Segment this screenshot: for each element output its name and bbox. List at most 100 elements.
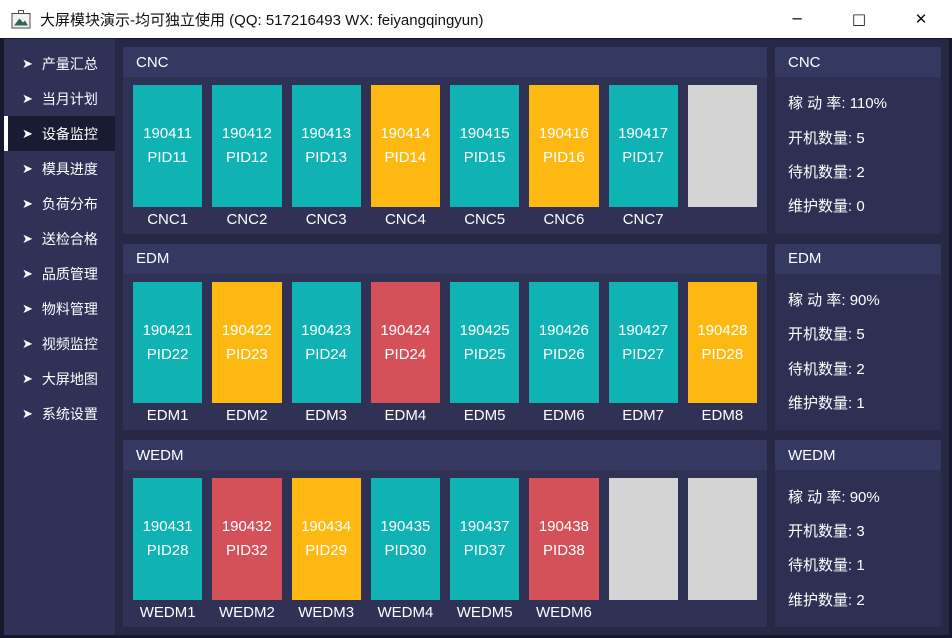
machine-tile-cnc-7[interactable]: 190417PID17 xyxy=(609,85,678,207)
app-window: 大屏模块演示-均可独立使用 (QQ: 517216493 WX: feiyang… xyxy=(0,0,952,638)
machine-slot: 190413PID13CNC3 xyxy=(292,85,361,232)
machine-slot: 190411PID11CNC1 xyxy=(133,85,202,232)
machine-tile-cnc-5[interactable]: 190415PID15 xyxy=(450,85,519,207)
sidebar-item-6[interactable]: ➤送检合格 xyxy=(4,221,115,256)
machine-slot: 190428PID28EDM8 xyxy=(688,282,757,429)
machine-tile-cnc-1[interactable]: 190411PID11 xyxy=(133,85,202,207)
app-picture-icon xyxy=(11,10,31,29)
sidebar-item-label: 系统设置 xyxy=(42,404,98,424)
machine-pid: PID32 xyxy=(226,539,268,563)
arrow-right-icon: ➤ xyxy=(22,127,33,140)
stat-line: 稼 动 率: 90% xyxy=(788,289,937,310)
machine-slot xyxy=(688,478,757,625)
sidebar: ➤产量汇总➤当月计划➤设备监控➤模具进度➤负荷分布➤送检合格➤品质管理➤物料管理… xyxy=(4,39,115,635)
sidebar-item-label: 品质管理 xyxy=(42,264,98,284)
sidebar-item-1[interactable]: ➤产量汇总 xyxy=(4,46,115,81)
machine-code: 190432 xyxy=(222,515,272,539)
stat-value: 5 xyxy=(856,130,864,147)
machine-code: 190423 xyxy=(301,319,351,343)
machine-slot: 190425PID25EDM5 xyxy=(450,282,519,429)
machine-slot: 190434PID29WEDM3 xyxy=(292,478,361,625)
stat-value: 1 xyxy=(856,395,864,412)
machine-tile-edm-7[interactable]: 190427PID27 xyxy=(609,282,678,404)
machine-tile-edm-5[interactable]: 190425PID25 xyxy=(450,282,519,404)
sidebar-item-label: 送检合格 xyxy=(42,229,98,249)
arrow-right-icon: ➤ xyxy=(22,92,33,105)
machine-tile-wedm-1[interactable]: 190431PID28 xyxy=(133,478,202,600)
machine-tile-cnc-3[interactable]: 190413PID13 xyxy=(292,85,361,207)
machine-code: 190421 xyxy=(143,319,193,343)
machine-code: 190435 xyxy=(380,515,430,539)
stat-line: 开机数量: 5 xyxy=(788,323,937,344)
machine-label: WEDM2 xyxy=(212,600,281,625)
machine-tile-edm-6[interactable]: 190426PID26 xyxy=(529,282,598,404)
machine-label: CNC2 xyxy=(212,207,281,232)
machine-tile-wedm-8[interactable] xyxy=(688,478,757,600)
machine-tile-wedm-6[interactable]: 190438PID38 xyxy=(529,478,598,600)
sidebar-item-label: 当月计划 xyxy=(42,89,98,109)
sidebar-item-5[interactable]: ➤负荷分布 xyxy=(4,186,115,221)
machine-tile-cnc-4[interactable]: 190414PID14 xyxy=(371,85,440,207)
arrow-right-icon: ➤ xyxy=(22,197,33,210)
machine-label: CNC3 xyxy=(292,207,361,232)
machine-label: EDM5 xyxy=(450,403,519,428)
machine-pid: PID24 xyxy=(305,343,347,367)
machine-tile-cnc-2[interactable]: 190412PID12 xyxy=(212,85,281,207)
machine-slot: 190423PID24EDM3 xyxy=(292,282,361,429)
stats-card-cnc: CNC稼 动 率: 110%开机数量: 5待机数量: 2维护数量: 0 xyxy=(775,47,941,234)
machine-tile-wedm-4[interactable]: 190435PID30 xyxy=(371,478,440,600)
machine-tile-edm-3[interactable]: 190423PID24 xyxy=(292,282,361,404)
sidebar-item-2[interactable]: ➤ 当月计划 xyxy=(4,81,115,116)
stat-label: 稼 动 率: xyxy=(788,95,846,112)
stat-label: 开机数量: xyxy=(788,523,852,540)
arrow-right-icon: ➤ xyxy=(22,407,33,420)
machine-tile-wedm-5[interactable]: 190437PID37 xyxy=(450,478,519,600)
sidebar-item-11[interactable]: ➤ 系统设置 xyxy=(4,396,115,431)
maximize-button[interactable]: □ xyxy=(828,0,890,38)
machine-tile-wedm-2[interactable]: 190432PID32 xyxy=(212,478,281,600)
machine-label: EDM2 xyxy=(212,403,281,428)
machine-pid: PID38 xyxy=(543,539,585,563)
machine-label: WEDM4 xyxy=(371,600,440,625)
machine-tile-edm-2[interactable]: 190422PID23 xyxy=(212,282,281,404)
machine-pid: PID37 xyxy=(464,539,506,563)
machine-slot: 190435PID30WEDM4 xyxy=(371,478,440,625)
minimize-button[interactable]: ─ xyxy=(766,0,828,38)
machine-slot: 190416PID16CNC6 xyxy=(529,85,598,232)
window-title: 大屏模块演示-均可独立使用 (QQ: 517216493 WX: feiyang… xyxy=(40,9,483,30)
machine-pid: PID29 xyxy=(305,539,347,563)
machine-pid: PID13 xyxy=(305,146,347,170)
sidebar-item-3[interactable]: ➤ 设备监控 xyxy=(4,116,115,151)
card-title: EDM xyxy=(775,244,941,274)
machine-slot: 190415PID15CNC5 xyxy=(450,85,519,232)
machine-tile-wedm-7[interactable] xyxy=(609,478,678,600)
machine-tile-wedm-3[interactable]: 190434PID29 xyxy=(292,478,361,600)
sidebar-item-9[interactable]: ➤视频监控 xyxy=(4,326,115,361)
machine-tile-edm-1[interactable]: 190421PID22 xyxy=(133,282,202,404)
panel-cnc: CNC 190411PID11CNC1190412PID12CNC2 190413P… xyxy=(123,47,767,234)
machine-slot: 190432PID32WEDM2 xyxy=(212,478,281,625)
stats-list: 稼 动 率: 110%开机数量: 5待机数量: 2维护数量: 0 xyxy=(775,77,941,234)
stat-value: 0 xyxy=(856,198,864,215)
sidebar-item-8[interactable]: ➤物料管理 xyxy=(4,291,115,326)
close-button[interactable]: ✕ xyxy=(890,0,952,38)
machine-tile-edm-4[interactable]: 190424PID24 xyxy=(371,282,440,404)
machine-slot: 190427PID27EDM7 xyxy=(609,282,678,429)
sidebar-item-label: 设备监控 xyxy=(42,124,98,144)
sidebar-item-7[interactable]: ➤品质管理 xyxy=(4,256,115,291)
machine-pid: PID26 xyxy=(543,343,585,367)
machine-tile-edm-8[interactable]: 190428PID28 xyxy=(688,282,757,404)
machine-label: CNC4 xyxy=(371,207,440,232)
card-title: WEDM xyxy=(775,440,941,470)
machine-code: 190413 xyxy=(301,122,351,146)
machine-label: WEDM3 xyxy=(292,600,361,625)
stat-line: 维护数量: 0 xyxy=(788,195,937,216)
machine-tile-cnc-6[interactable]: 190416PID16 xyxy=(529,85,598,207)
machine-code: 190427 xyxy=(618,319,668,343)
machine-tile-cnc-8[interactable] xyxy=(688,85,757,207)
stat-value: 110% xyxy=(850,95,887,112)
sidebar-item-4[interactable]: ➤模具进度 xyxy=(4,151,115,186)
stat-line: 稼 动 率: 90% xyxy=(788,486,937,507)
sidebar-item-10[interactable]: ➤大屏地图 xyxy=(4,361,115,396)
panel-title: CNC xyxy=(123,47,767,77)
